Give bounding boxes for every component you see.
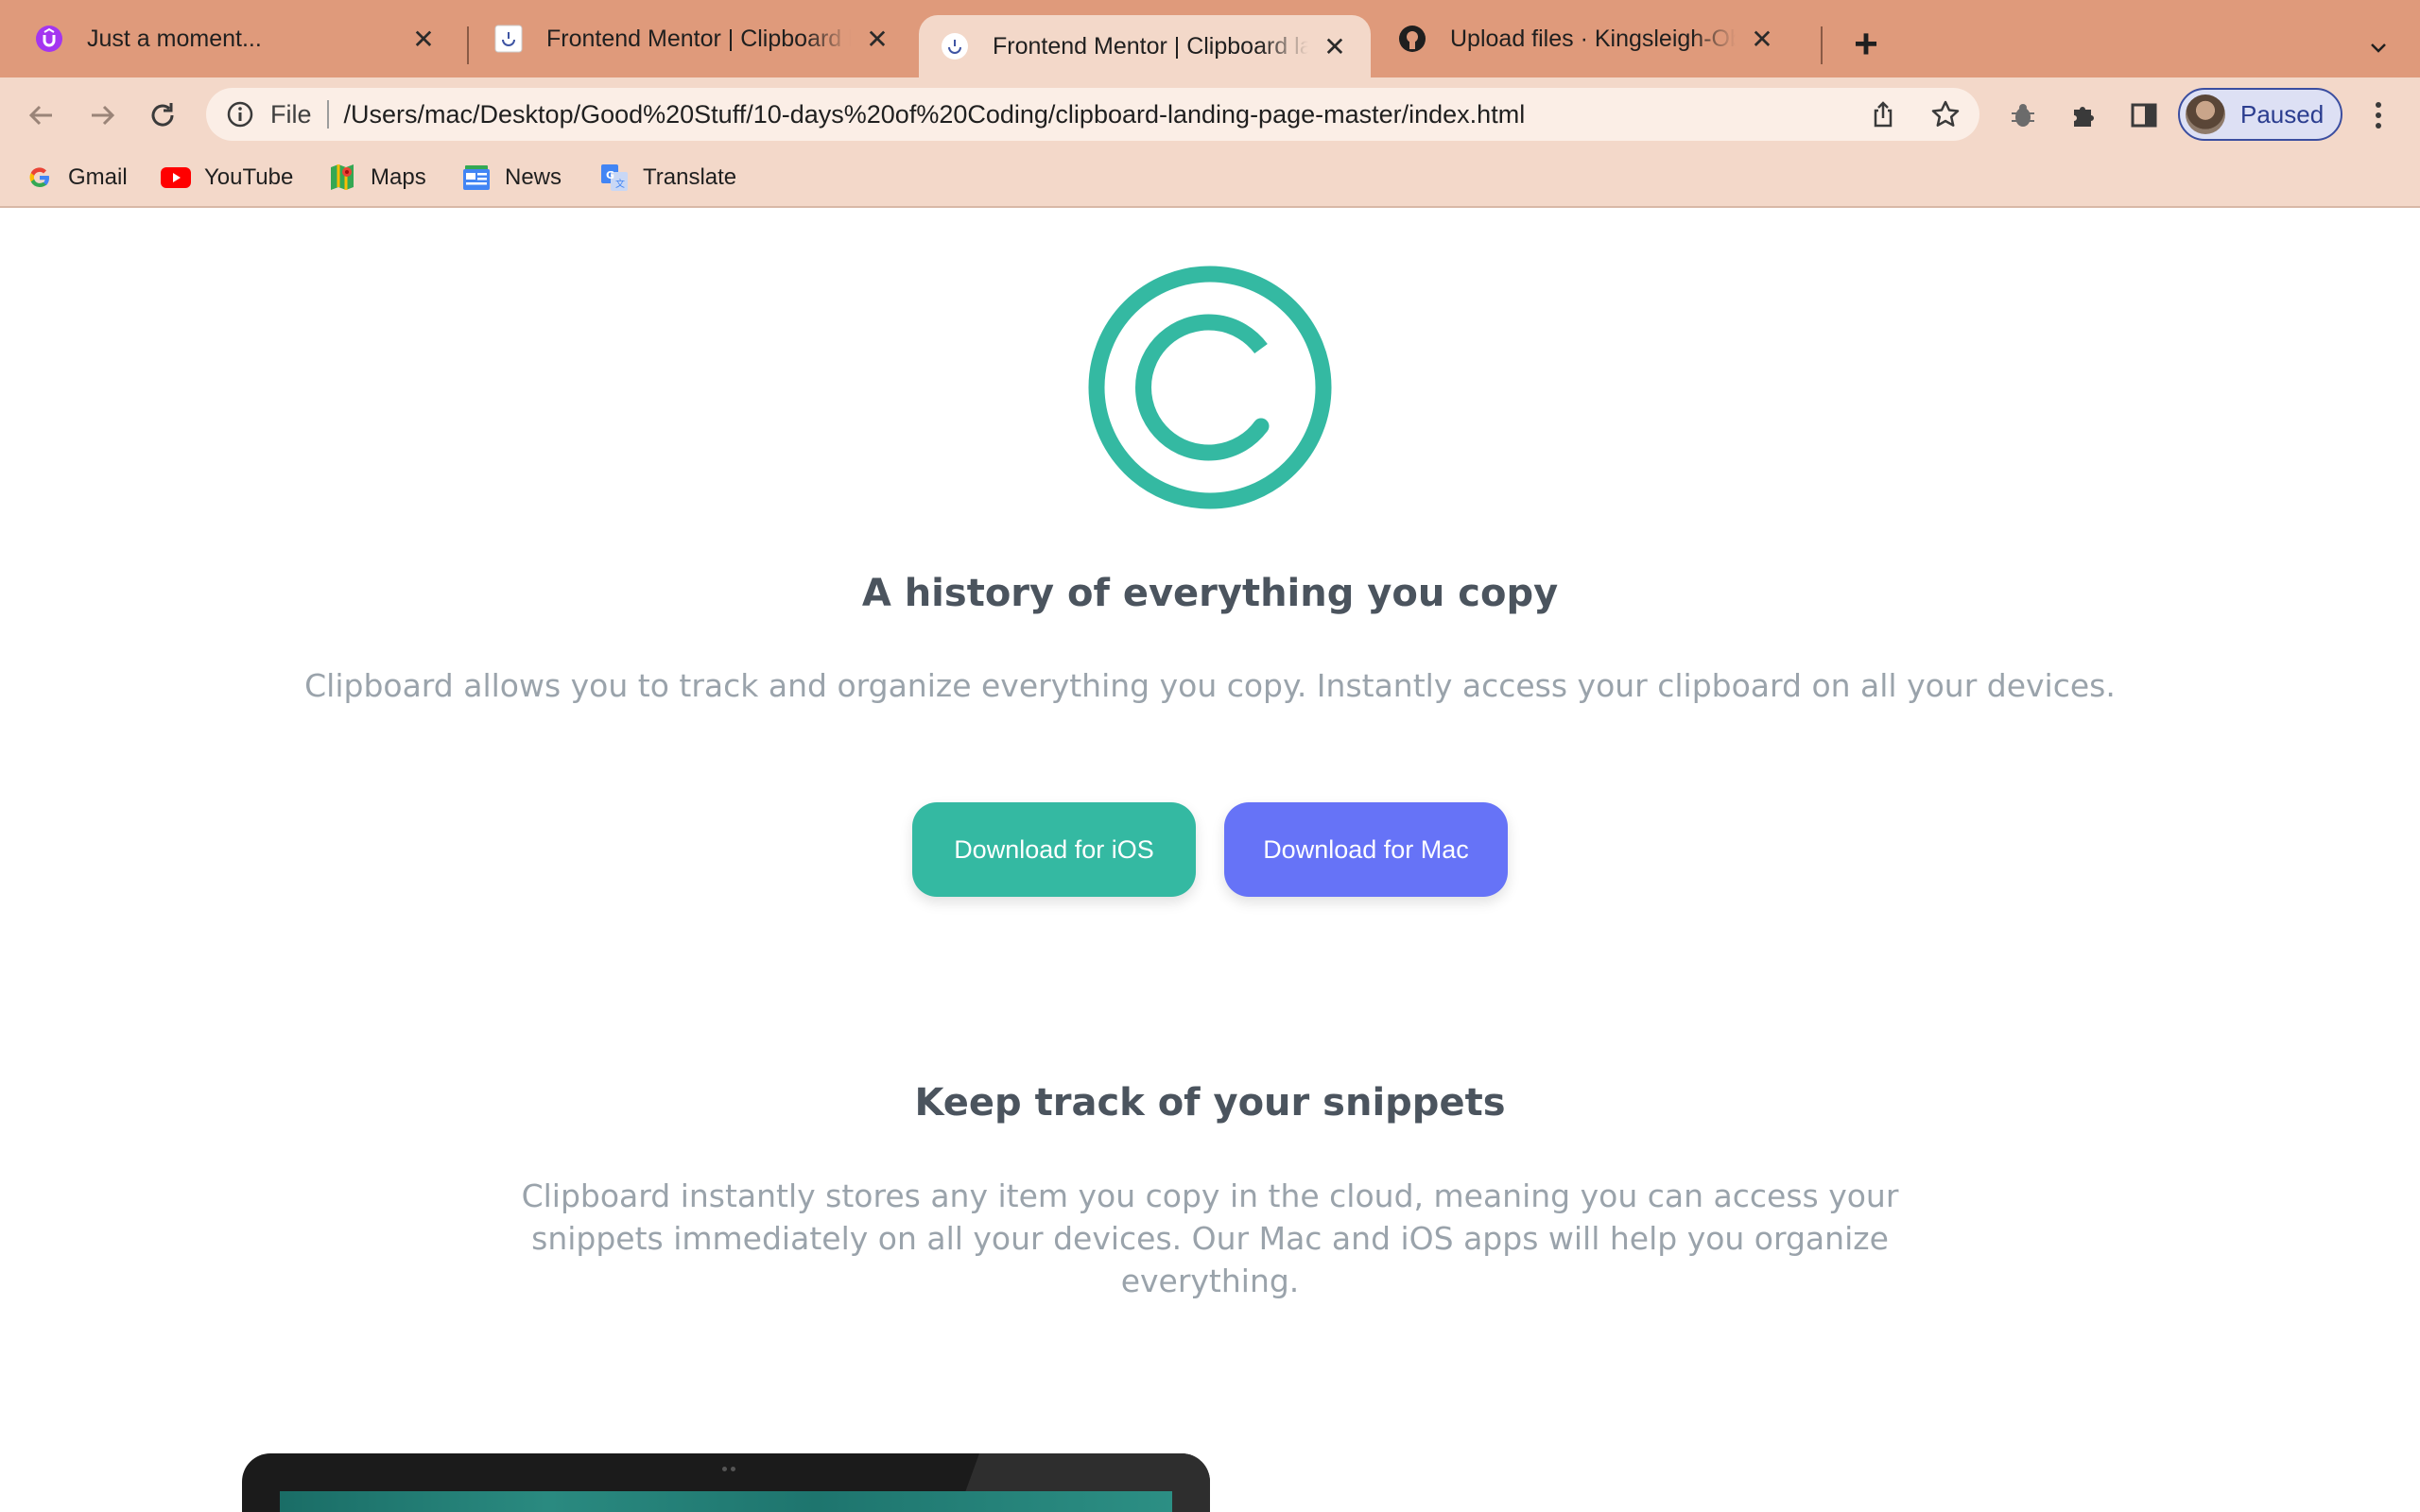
google-icon [25, 163, 55, 193]
download-mac-button[interactable]: Download for Mac [1224, 802, 1508, 897]
bookmark-star-icon[interactable] [1927, 95, 1964, 133]
camera-dots [722, 1467, 737, 1472]
tab-title: Just a moment... [87, 25, 262, 52]
profile-status-label: Paused [2240, 99, 2325, 129]
bookmark-translate[interactable]: G文 Translate [599, 161, 736, 195]
clipboard-logo-icon [1088, 266, 1332, 509]
svg-text:G: G [606, 169, 614, 181]
maps-icon [327, 163, 357, 193]
translate-icon: G文 [599, 163, 630, 193]
url-scheme-label: File [270, 99, 312, 129]
tab-just-a-moment[interactable]: Just a moment... ✕ [13, 0, 459, 77]
tab-frontend-mentor-1[interactable]: Frontend Mentor | Clipboard landing page… [473, 0, 913, 77]
news-icon [461, 163, 492, 193]
browser-toolbar: File /Users/mac/Desktop/Good%20Stuff/10-… [0, 77, 2420, 151]
bookmark-label: Gmail [68, 164, 128, 190]
tab-frontend-mentor-active[interactable]: Frontend Mentor | Clipboard landing page… [919, 15, 1371, 77]
new-tab-button[interactable]: + [1847, 21, 1885, 67]
reload-icon [151, 103, 174, 127]
bookmark-gmail[interactable]: Gmail [25, 161, 128, 195]
forward-button[interactable] [81, 94, 123, 136]
close-icon[interactable]: ✕ [1320, 31, 1350, 61]
profile-button[interactable]: Paused [2178, 88, 2342, 141]
computer-mockup-image [242, 1453, 1210, 1512]
svg-text:文: 文 [615, 178, 625, 190]
forward-arrow-icon [92, 105, 115, 126]
tab-title: Frontend Mentor | Clipboard landing page [993, 32, 1308, 60]
bookmarks-bar: Gmail YouTube Maps News G文 Translate [0, 151, 2420, 208]
bug-extension-icon[interactable] [2002, 94, 2044, 136]
udemy-icon [34, 24, 64, 54]
tab-divider [1821, 26, 1823, 64]
browser-menu-icon[interactable] [2360, 94, 2397, 136]
bookmark-label: News [505, 164, 562, 190]
bookmark-label: Translate [643, 164, 737, 190]
tab-title: Upload files · Kingsleigh-Obi/clipboard [1450, 25, 1736, 52]
address-divider [326, 100, 329, 129]
close-icon[interactable]: ✕ [408, 24, 439, 54]
bookmark-youtube[interactable]: YouTube [161, 161, 293, 195]
bookmark-label: Maps [371, 164, 426, 190]
share-icon[interactable] [1864, 95, 1902, 133]
snippets-description: Clipboard instantly stores any item you … [521, 1177, 1899, 1299]
avatar [2186, 94, 2225, 134]
frontend-mentor-icon [940, 31, 970, 61]
download-ios-button[interactable]: Download for iOS [912, 802, 1196, 897]
landing-page: A history of everything you copy Clipboa… [0, 210, 2420, 1512]
extensions-puzzle-icon[interactable] [2063, 94, 2104, 136]
close-icon[interactable]: ✕ [1747, 24, 1777, 54]
tab-github-upload[interactable]: Upload files · Kingsleigh-Obi/clipboard … [1376, 0, 1798, 77]
tab-search-icon[interactable] [2360, 28, 2397, 66]
close-icon[interactable]: ✕ [862, 24, 892, 54]
reload-button[interactable] [142, 94, 183, 136]
url-text[interactable]: /Users/mac/Desktop/Good%20Stuff/10-days%… [344, 100, 1526, 129]
side-panel-icon[interactable] [2123, 94, 2165, 136]
bookmark-news[interactable]: News [461, 161, 562, 195]
frontend-mentor-icon [493, 24, 524, 54]
hero-title: A history of everything you copy [861, 572, 1559, 615]
github-icon [1397, 24, 1427, 54]
back-button[interactable] [21, 94, 62, 136]
youtube-icon [161, 163, 191, 193]
tab-divider [467, 26, 469, 64]
mockup-screen [280, 1491, 1172, 1512]
snippets-title: Keep track of your snippets [914, 1081, 1506, 1125]
hero-description: Clipboard allows you to track and organi… [304, 667, 2116, 704]
site-info-icon[interactable] [221, 95, 259, 133]
bookmark-maps[interactable]: Maps [327, 161, 426, 195]
tab-title: Frontend Mentor | Clipboard landing page [546, 25, 851, 52]
bookmark-label: YouTube [204, 164, 294, 190]
tab-strip: Just a moment... ✕ Frontend Mentor | Cli… [0, 0, 2420, 77]
back-arrow-icon [28, 105, 52, 126]
address-bar[interactable]: File /Users/mac/Desktop/Good%20Stuff/10-… [206, 88, 1979, 141]
